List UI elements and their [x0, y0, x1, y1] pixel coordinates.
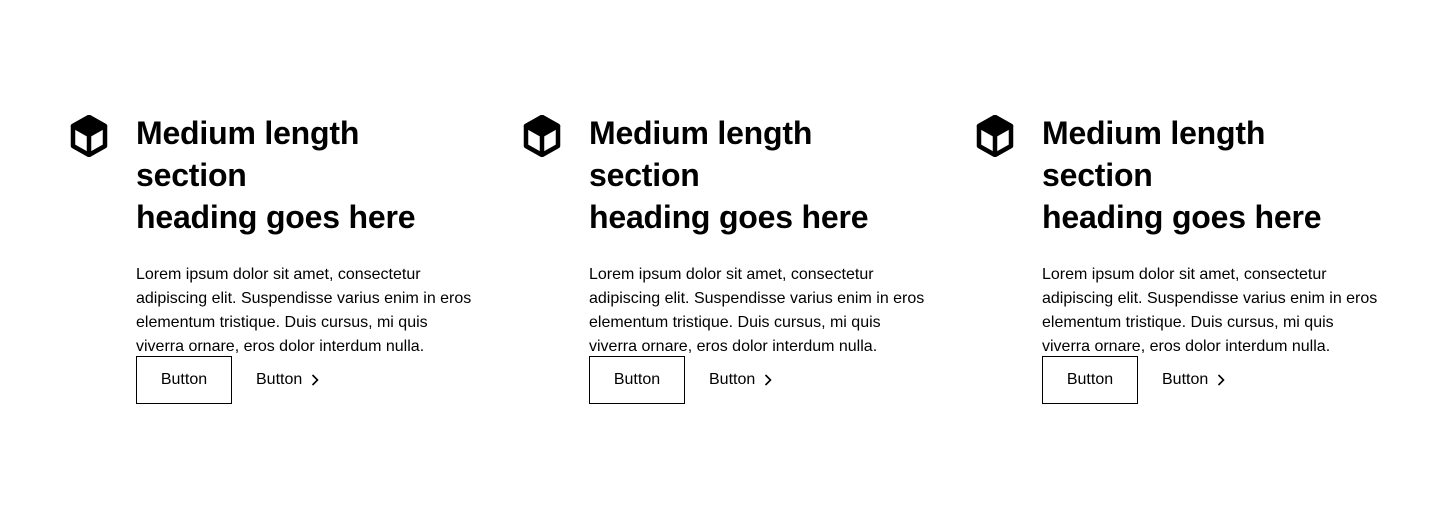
- feature-heading: Medium length section heading goes here: [136, 112, 476, 238]
- primary-button[interactable]: Button: [136, 356, 232, 404]
- primary-button[interactable]: Button: [1042, 356, 1138, 404]
- heading-line-2: heading goes here: [136, 199, 416, 235]
- feature-card: Medium length section heading goes here …: [70, 112, 471, 412]
- feature-card: Medium length section heading goes here …: [523, 112, 924, 412]
- chevron-right-icon: [310, 373, 320, 387]
- feature-actions: Button Button: [136, 356, 320, 404]
- heading-line-1: Medium length section: [1042, 115, 1266, 193]
- cube-icon: [523, 115, 561, 157]
- feature-actions: Button Button: [1042, 356, 1226, 404]
- feature-actions: Button Button: [589, 356, 773, 404]
- heading-line-1: Medium length section: [136, 115, 360, 193]
- link-button[interactable]: Button: [256, 356, 320, 404]
- primary-button-label: Button: [1066, 371, 1114, 388]
- heading-line-2: heading goes here: [589, 199, 869, 235]
- features-section: Medium length section heading goes here …: [0, 0, 1440, 516]
- link-button-label: Button: [256, 371, 303, 388]
- feature-content: Medium length section heading goes here …: [1042, 112, 1382, 359]
- heading-line-2: heading goes here: [1042, 199, 1322, 235]
- primary-button[interactable]: Button: [589, 356, 685, 404]
- link-button-label: Button: [709, 371, 756, 388]
- feature-description: Lorem ipsum dolor sit amet, consectetur …: [589, 266, 925, 355]
- feature-description: Lorem ipsum dolor sit amet, consectetur …: [1042, 266, 1378, 355]
- link-button[interactable]: Button: [1162, 356, 1226, 404]
- chevron-right-icon: [763, 373, 773, 387]
- primary-button-label: Button: [613, 371, 661, 388]
- feature-content: Medium length section heading goes here …: [136, 112, 476, 359]
- cube-icon: [976, 115, 1014, 157]
- link-button[interactable]: Button: [709, 356, 773, 404]
- cube-icon: [70, 115, 108, 157]
- chevron-right-icon: [1216, 373, 1226, 387]
- feature-heading: Medium length section heading goes here: [1042, 112, 1382, 238]
- link-button-label: Button: [1162, 371, 1209, 388]
- feature-card: Medium length section heading goes here …: [976, 112, 1377, 412]
- feature-heading: Medium length section heading goes here: [589, 112, 929, 238]
- heading-line-1: Medium length section: [589, 115, 813, 193]
- primary-button-label: Button: [160, 371, 208, 388]
- feature-content: Medium length section heading goes here …: [589, 112, 929, 359]
- feature-description: Lorem ipsum dolor sit amet, consectetur …: [136, 266, 472, 355]
